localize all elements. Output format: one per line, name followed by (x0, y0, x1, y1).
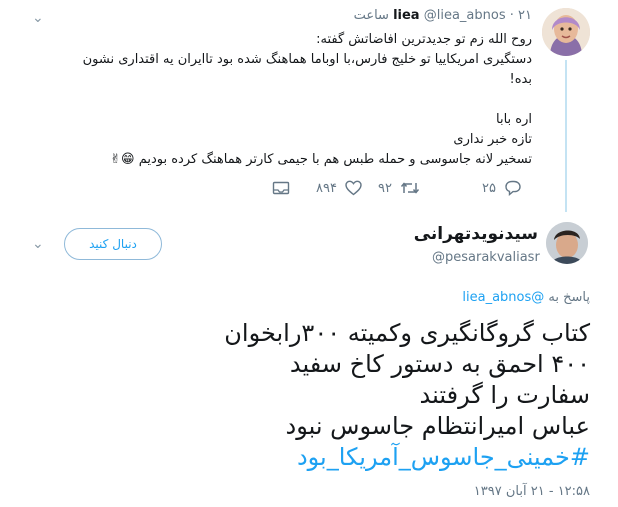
follow-button-label: دنبال کنید (89, 237, 137, 251)
replying-to-prefix: پاسخ به (548, 290, 590, 305)
author-handle[interactable]: @pesarakvaliasr (432, 250, 540, 265)
retweet-icon (400, 182, 420, 194)
handle[interactable]: @liea_abnos (424, 8, 506, 23)
emoji-grin-victory: 😁✌ (110, 152, 135, 167)
avatar[interactable] (546, 222, 588, 264)
avatar-image (546, 222, 588, 264)
tweet-line-last: تسخیر لانه جاسوسی و حمله طبس هم با جیمی … (52, 150, 532, 170)
separator: · (509, 8, 514, 23)
heart-icon (345, 180, 362, 196)
hashtag-link[interactable]: #خمینی_جاسوس_آمریکا_بود (30, 442, 590, 473)
display-name[interactable]: liea (393, 8, 420, 23)
tweet-line: عباس امیرانتظام جاسوس نبود (285, 412, 590, 440)
chevron-down-icon[interactable]: ⌄ (32, 10, 44, 26)
tweet-line: تسخیر لانه جاسوسی و حمله طبس هم با جیمی … (138, 152, 532, 167)
tweet-line (52, 90, 532, 110)
reply-count: ۲۵ (482, 180, 496, 196)
tweet-line: دستگیری امریکاییا تو خلیج فارس،با اوباما… (82, 52, 532, 67)
tweet-line: اره بابا (496, 112, 532, 127)
tweet-line: بده! (509, 72, 532, 87)
reply-action[interactable]: ۲۵ (482, 180, 522, 196)
tweet-line: روح الله زم تو جدیدترین افاضاتش گفته: (316, 32, 532, 47)
replying-to-handle[interactable]: @liea_abnos (462, 290, 544, 305)
tweet-timestamp[interactable]: ۱۲:۵۸ - ۲۱ آبان ۱۳۹۷ (474, 484, 590, 499)
envelope-icon (272, 181, 290, 195)
avatar-image (542, 8, 590, 56)
main-tweet-text: کتاب گروگانگیری وکمیته ۳۰۰رابخوان ۴۰۰ اح… (30, 318, 590, 473)
like-action[interactable]: ۸۹۴ (316, 180, 362, 196)
retweet-count: ۹۲ (378, 180, 392, 196)
reply-tweet-text: روح الله زم تو جدیدترین افاضاتش گفته: دس… (52, 30, 532, 170)
follow-button[interactable]: دنبال کنید (64, 228, 162, 260)
like-count: ۸۹۴ (316, 180, 337, 196)
tweet-line: ۴۰۰ احمق به دستور کاخ سفید (289, 350, 590, 378)
message-action[interactable] (272, 180, 290, 196)
retweet-action[interactable]: ۹۲ (378, 180, 420, 196)
tweet-line: کتاب گروگانگیری وکمیته ۳۰۰رابخوان (224, 319, 590, 347)
thread-line (565, 60, 567, 212)
replying-to: پاسخ به @liea_abnos (462, 290, 590, 305)
reply-icon (505, 180, 521, 196)
tweet-header: liea @liea_abnos · ۲۱ ساعت (354, 8, 532, 23)
avatar[interactable] (542, 8, 590, 56)
tweet-line: سفارت را گرفتند (419, 381, 590, 409)
tweet-line: تازه خبر نداری (453, 132, 532, 147)
chevron-down-icon[interactable]: ⌄ (32, 236, 44, 252)
author-name[interactable]: سیدنویدتهرانی (414, 224, 538, 244)
